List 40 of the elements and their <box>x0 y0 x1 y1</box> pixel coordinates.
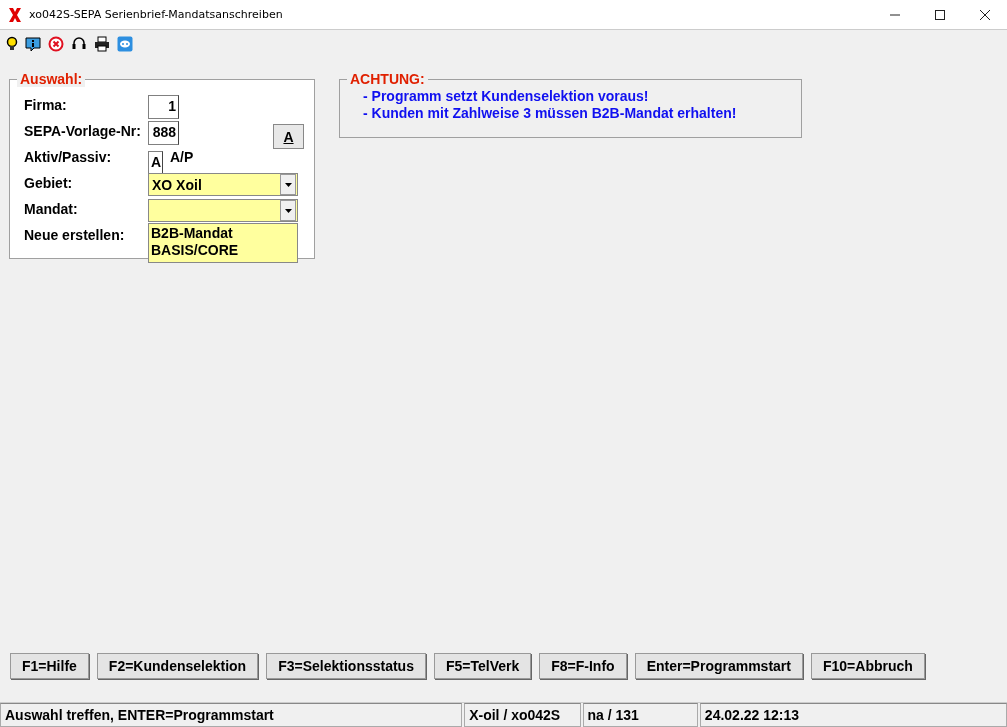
status-pane: na / 131 <box>582 703 698 727</box>
x-logo-icon <box>8 6 22 23</box>
chat-icon[interactable] <box>117 35 133 52</box>
function-key-button[interactable]: Enter=Programmstart <box>634 653 803 679</box>
field-label: Neue erstellen: <box>24 227 126 243</box>
status-pane: Auswahl treffen, ENTER=Programmstart <box>0 703 463 727</box>
field-label: Gebiet: <box>24 175 74 191</box>
input-field[interactable]: A <box>148 151 163 175</box>
notice-text: - Programm setzt Kundenselektion voraus! <box>363 88 650 105</box>
dropdown-field[interactable] <box>148 199 298 222</box>
input-field[interactable]: 888 <box>148 121 179 145</box>
function-key-button[interactable]: F8=F-Info <box>539 653 627 679</box>
input-field[interactable]: 1 <box>148 95 179 119</box>
dropdown-option[interactable]: BASIS/CORE <box>151 242 295 259</box>
field-hint: A/P <box>170 149 194 165</box>
close-icon[interactable] <box>979 8 991 21</box>
info-icon[interactable] <box>25 35 41 52</box>
function-key-button[interactable]: F3=Selektionsstatus <box>266 653 426 679</box>
notice-text: - Kunden mit Zahlweise 3 müssen B2B-Mandat erhalten! <box>363 105 738 122</box>
status-pane: 24.02.22 12:13 <box>699 703 1007 727</box>
group-title: ACHTUNG: <box>347 71 428 87</box>
window-title: xo042S-SEPA Serienbrief-Mandatsanschreiben <box>29 8 283 21</box>
dropdown-option[interactable]: B2B-Mandat <box>151 225 295 242</box>
field-label: Aktiv/Passiv: <box>24 149 113 165</box>
printer-icon[interactable] <box>94 35 110 52</box>
a-button[interactable]: A <box>273 124 304 149</box>
status-pane: X-oil / xo042S <box>464 703 581 727</box>
cancel-icon[interactable] <box>48 35 64 52</box>
function-key-button[interactable]: F1=Hilfe <box>10 653 89 679</box>
lightbulb-icon[interactable] <box>6 35 18 52</box>
function-key-button[interactable]: F5=TelVerk <box>433 653 532 679</box>
function-key-button[interactable]: F2=Kundenselektion <box>96 653 259 679</box>
field-label: Firma: <box>24 97 68 113</box>
group-title: Auswahl: <box>17 71 86 87</box>
headset-icon[interactable] <box>71 35 87 52</box>
maximize-icon[interactable] <box>934 8 946 21</box>
dropdown-field[interactable]: XO Xoil <box>148 173 298 196</box>
function-key-button[interactable]: F10=Abbruch <box>810 653 925 679</box>
field-label: SEPA-Vorlage-Nr: <box>24 123 142 139</box>
field-label: Mandat: <box>24 201 79 217</box>
